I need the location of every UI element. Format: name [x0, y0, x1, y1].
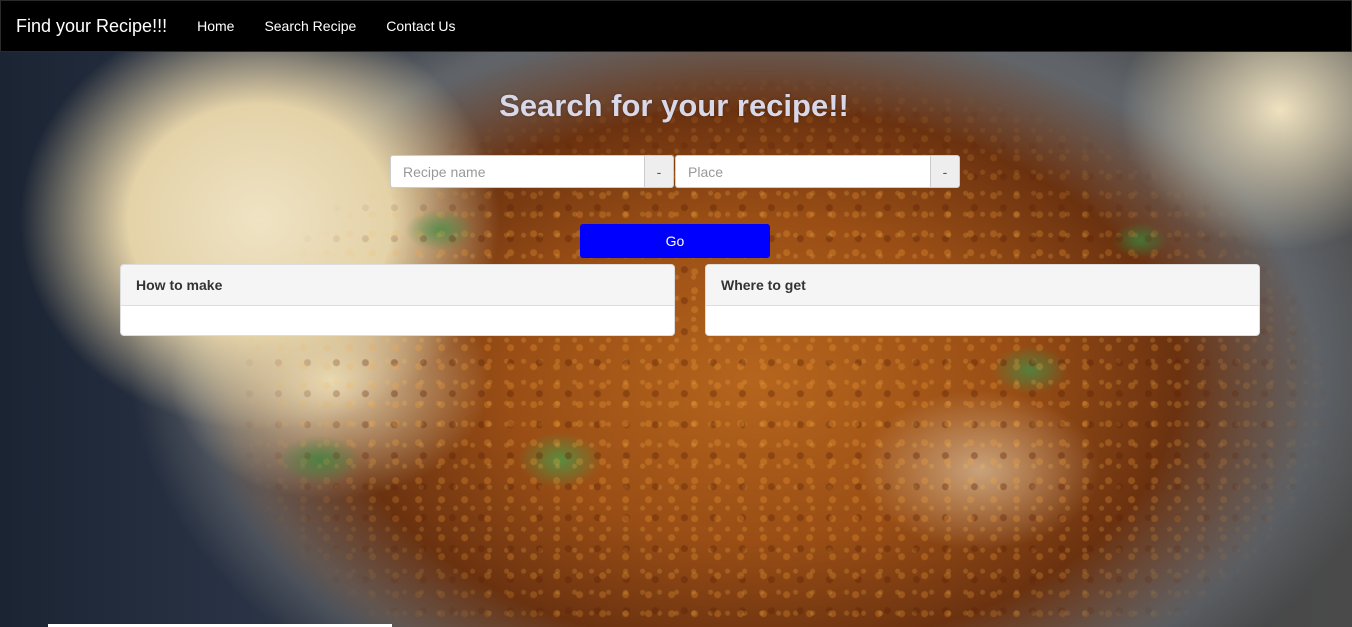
where-to-get-panel: Where to get: [705, 264, 1260, 336]
page-title: Search for your recipe!!: [499, 88, 849, 123]
recipe-input-group: -: [390, 155, 674, 188]
nav-search-recipe-link[interactable]: Search Recipe: [264, 18, 356, 34]
recipe-input-addon: -: [644, 155, 674, 188]
page: Find your Recipe!!! Home Search Recipe C…: [0, 0, 1352, 627]
how-to-make-heading: How to make: [121, 265, 674, 306]
where-to-get-heading: Where to get: [706, 265, 1259, 306]
recipe-name-input[interactable]: [390, 155, 644, 188]
place-input-group: -: [675, 155, 960, 188]
navbar: Find your Recipe!!! Home Search Recipe C…: [0, 0, 1352, 52]
go-button[interactable]: Go: [580, 224, 770, 258]
how-to-make-panel: How to make: [120, 264, 675, 336]
place-input[interactable]: [675, 155, 930, 188]
place-input-addon: -: [930, 155, 960, 188]
brand-link[interactable]: Find your Recipe!!!: [16, 16, 167, 37]
nav-contact-us-link[interactable]: Contact Us: [386, 18, 455, 34]
nav-home-link[interactable]: Home: [197, 18, 234, 34]
